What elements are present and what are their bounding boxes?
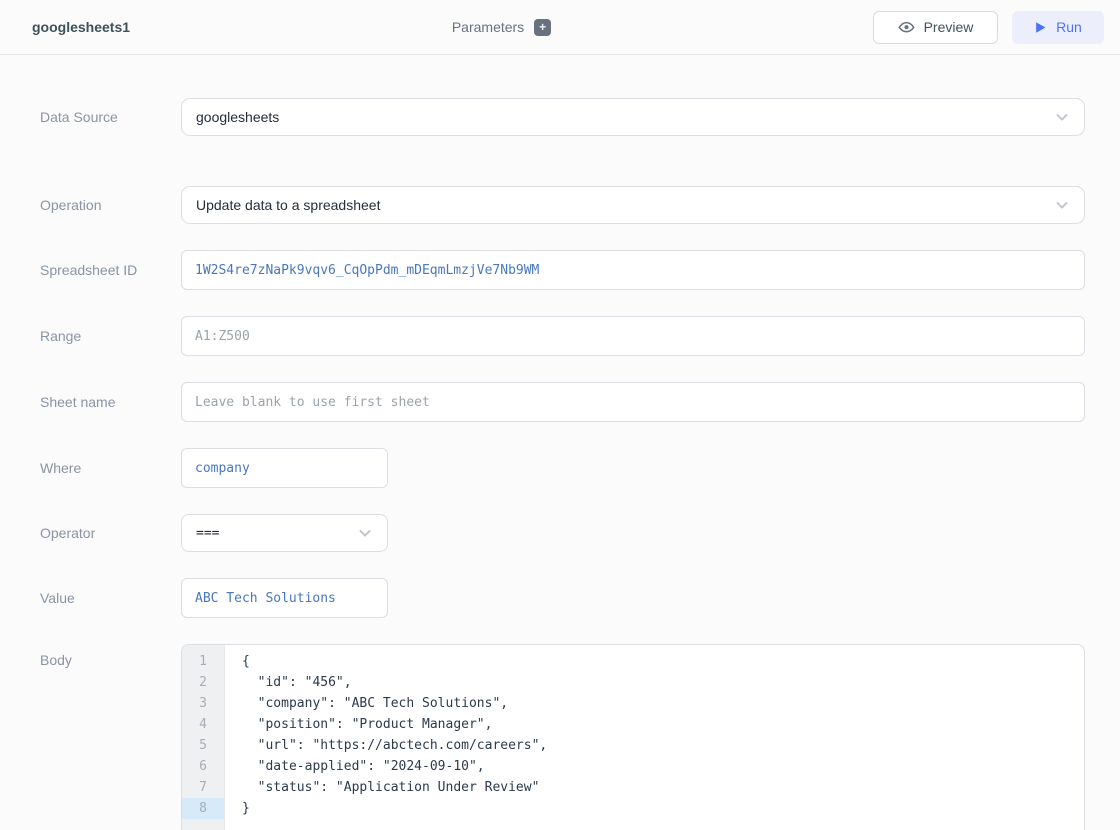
code-line[interactable]: "company": "ABC Tech Solutions", xyxy=(242,693,1084,714)
code-line[interactable]: "date-applied": "2024-09-10", xyxy=(242,756,1084,777)
header-actions: Preview Run xyxy=(873,11,1104,44)
operation-value: Update data to a spreadsheet xyxy=(196,197,1054,213)
parameters-section: Parameters + xyxy=(130,19,873,36)
chevron-down-icon xyxy=(1054,197,1070,213)
code-line[interactable]: "url": "https://abctech.com/careers", xyxy=(242,735,1084,756)
play-icon xyxy=(1034,21,1047,34)
data-source-select[interactable]: googlesheets xyxy=(181,98,1085,136)
sheet-name-input[interactable] xyxy=(181,382,1085,422)
run-button[interactable]: Run xyxy=(1012,11,1104,44)
chevron-down-icon xyxy=(357,525,373,541)
parameters-label: Parameters xyxy=(452,19,524,35)
operation-label: Operation xyxy=(40,197,181,213)
plus-icon: + xyxy=(539,20,546,34)
data-source-value: googlesheets xyxy=(196,109,1054,125)
spreadsheet-id-label: Spreadsheet ID xyxy=(40,262,181,278)
body-row: Body 12345678 { "id": "456", "company": … xyxy=(40,644,1085,830)
where-label: Where xyxy=(40,460,181,476)
value-input[interactable] xyxy=(181,578,388,618)
operation-row: Operation Update data to a spreadsheet xyxy=(40,186,1085,224)
line-number: 3 xyxy=(182,693,224,714)
sheet-name-label: Sheet name xyxy=(40,394,181,410)
operator-value: === xyxy=(196,526,357,541)
preview-button-label: Preview xyxy=(924,19,974,35)
line-number: 4 xyxy=(182,714,224,735)
spreadsheet-id-input[interactable] xyxy=(181,250,1085,290)
code-line[interactable]: { xyxy=(242,651,1084,672)
eye-icon xyxy=(898,20,915,34)
code-line[interactable]: "id": "456", xyxy=(242,672,1084,693)
operator-select[interactable]: === xyxy=(181,514,388,552)
code-gutter: 12345678 xyxy=(182,645,225,830)
code-line[interactable]: } xyxy=(242,798,1084,819)
line-number: 8 xyxy=(182,798,224,819)
operator-row: Operator === xyxy=(40,514,1085,552)
range-label: Range xyxy=(40,328,181,344)
query-editor-header: googlesheets1 Parameters + Preview Run xyxy=(0,0,1120,55)
query-name[interactable]: googlesheets1 xyxy=(32,19,130,35)
run-button-label: Run xyxy=(1056,19,1082,35)
body-label: Body xyxy=(40,644,181,668)
sheet-name-row: Sheet name xyxy=(40,382,1085,422)
spreadsheet-id-row: Spreadsheet ID xyxy=(40,250,1085,290)
line-number: 2 xyxy=(182,672,224,693)
code-line[interactable]: "status": "Application Under Review" xyxy=(242,777,1084,798)
where-row: Where xyxy=(40,448,1085,488)
line-number: 1 xyxy=(182,651,224,672)
line-number: 7 xyxy=(182,777,224,798)
value-label: Value xyxy=(40,590,181,606)
range-row: Range xyxy=(40,316,1085,356)
line-number: 5 xyxy=(182,735,224,756)
operation-select[interactable]: Update data to a spreadsheet xyxy=(181,186,1085,224)
where-input[interactable] xyxy=(181,448,388,488)
preview-button[interactable]: Preview xyxy=(873,11,998,44)
body-code-editor[interactable]: 12345678 { "id": "456", "company": "ABC … xyxy=(181,644,1085,830)
operator-label: Operator xyxy=(40,525,181,541)
data-source-row: Data Source googlesheets xyxy=(40,98,1085,136)
add-parameter-button[interactable]: + xyxy=(534,19,551,36)
line-number: 6 xyxy=(182,756,224,777)
code-line[interactable]: "position": "Product Manager", xyxy=(242,714,1084,735)
data-source-label: Data Source xyxy=(40,109,181,125)
range-input[interactable] xyxy=(181,316,1085,356)
chevron-down-icon xyxy=(1054,109,1070,125)
value-row: Value xyxy=(40,578,1085,618)
query-parameters-form: Data Source googlesheets Operation Updat… xyxy=(0,55,1120,830)
code-lines[interactable]: { "id": "456", "company": "ABC Tech Solu… xyxy=(225,645,1084,830)
